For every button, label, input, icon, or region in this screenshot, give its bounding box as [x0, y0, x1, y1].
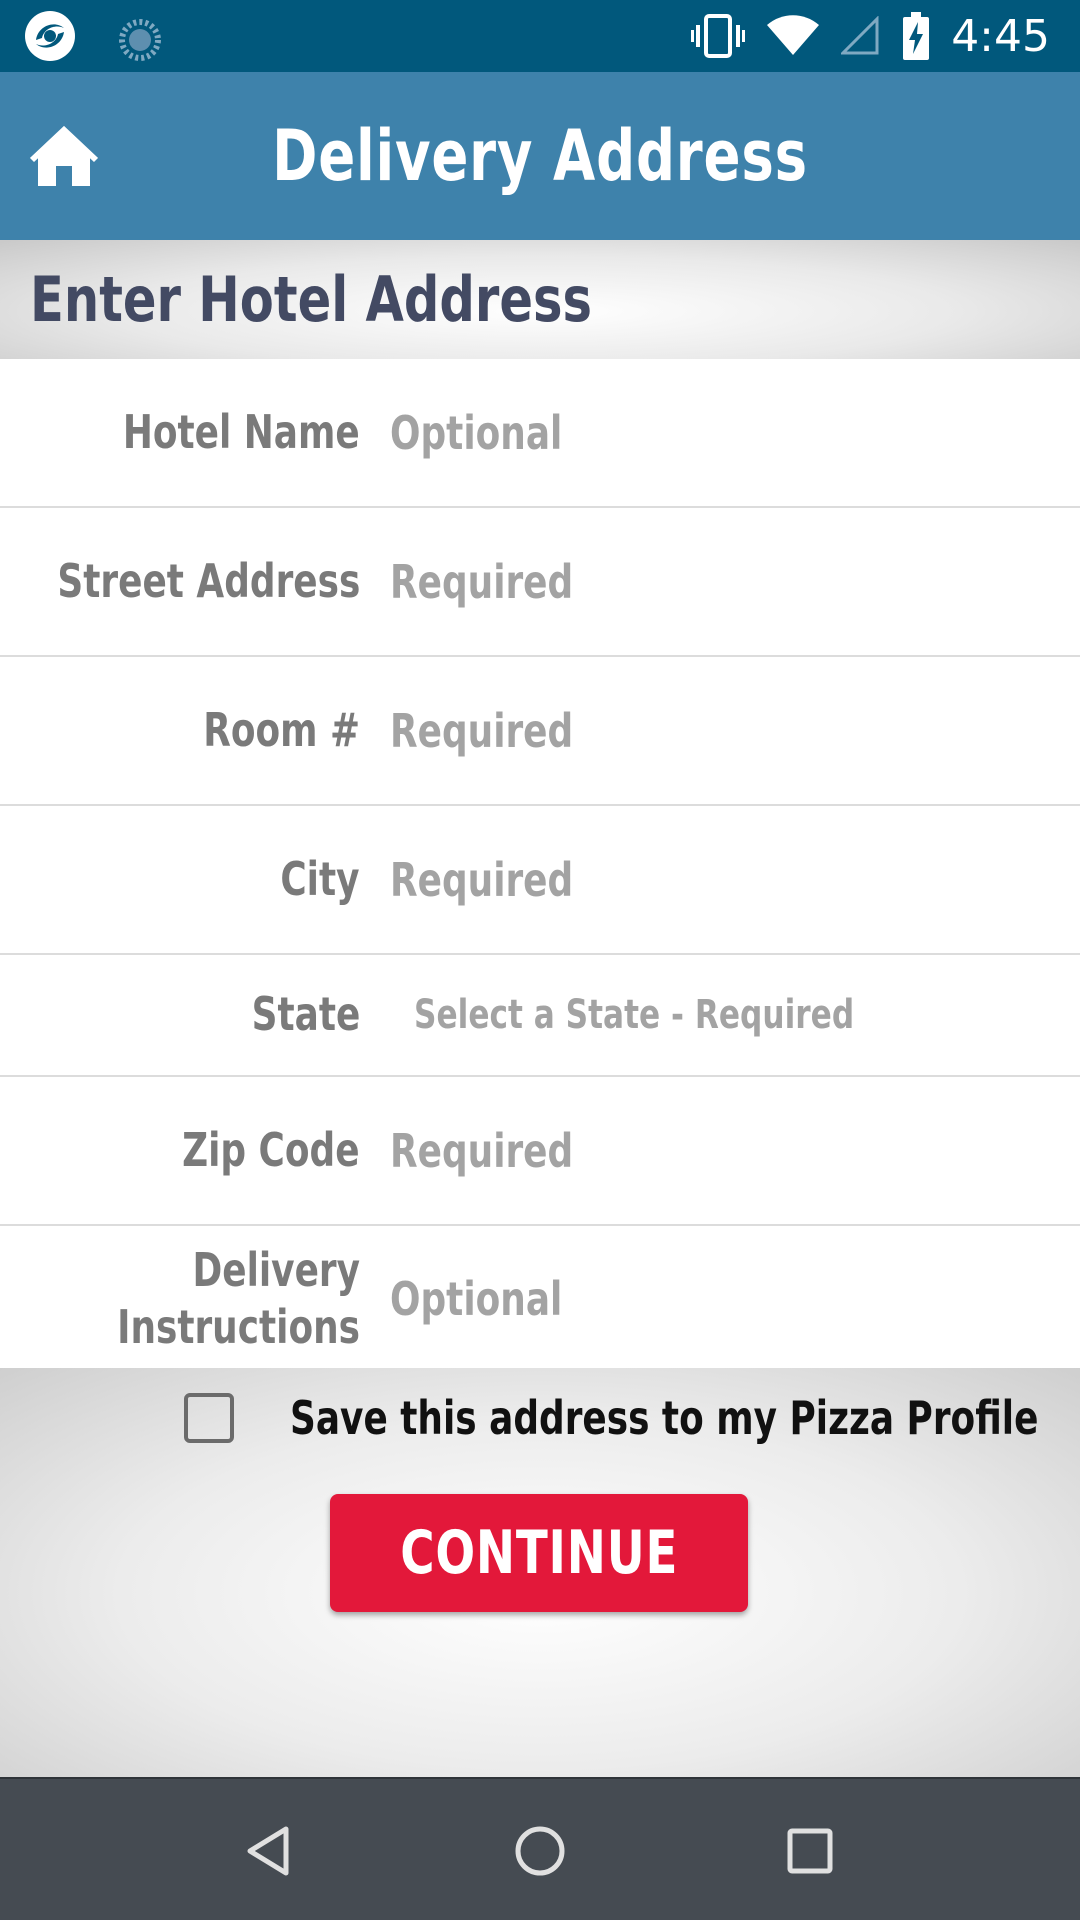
save-address-option[interactable]: Save this address to my Pizza Profile: [184, 1388, 1038, 1448]
state-row: State Select a State - Required: [0, 955, 1080, 1077]
hotel-name-input[interactable]: [390, 359, 905, 506]
wifi-icon: [767, 15, 820, 55]
save-address-checkbox[interactable]: [184, 1393, 234, 1443]
save-address-label: Save this address to my Pizza Profile: [290, 1391, 1039, 1445]
bottom-panel: Save this address to my Pizza Profile CO…: [0, 1368, 1080, 1777]
hotel-name-label: Hotel Name: [123, 404, 360, 459]
app-bar: Delivery Address: [0, 72, 1080, 240]
status-clock: 4:45: [951, 10, 1050, 62]
signal-icon: [841, 16, 879, 55]
section-header: Enter Hotel Address: [0, 240, 1080, 359]
back-button[interactable]: [238, 1819, 302, 1883]
room-input[interactable]: [390, 657, 905, 804]
city-label: City: [280, 851, 360, 906]
zip-code-input[interactable]: [390, 1077, 905, 1224]
back-icon: [247, 1826, 289, 1876]
state-label: State: [251, 987, 360, 1042]
section-title: Enter Hotel Address: [30, 263, 593, 336]
vibrate-icon: [691, 14, 746, 58]
sync-icon: [119, 19, 161, 61]
city-row: City: [0, 806, 1080, 955]
home-button[interactable]: [28, 122, 100, 190]
delivery-instructions-input[interactable]: [390, 1226, 905, 1372]
address-form: Hotel Name Street Address Room # City St…: [0, 359, 1080, 1372]
continue-button[interactable]: CONTINUE: [330, 1494, 748, 1612]
city-input[interactable]: [390, 806, 905, 953]
battery-charging-icon: [903, 12, 930, 60]
street-address-input[interactable]: [390, 508, 905, 655]
home-circle-icon: [515, 1826, 565, 1876]
street-address-label: Street Address: [57, 553, 360, 608]
zip-code-label: Zip Code: [182, 1122, 360, 1177]
continue-label: CONTINUE: [399, 1518, 679, 1588]
home-nav-button[interactable]: [508, 1819, 572, 1883]
delivery-instructions-label: Delivery Instructions: [117, 1242, 361, 1355]
street-address-row: Street Address: [0, 508, 1080, 657]
status-bar: 4:45: [0, 0, 1080, 72]
app-logo-icon: [25, 11, 75, 61]
system-nav-bar: [0, 1777, 1080, 1920]
hotel-name-row: Hotel Name: [0, 359, 1080, 508]
page-title: Delivery Address: [272, 115, 808, 197]
home-icon: [30, 126, 98, 186]
delivery-instructions-row: Delivery Instructions: [0, 1226, 1080, 1372]
recents-button[interactable]: [778, 1819, 842, 1883]
state-select[interactable]: Select a State - Required: [414, 955, 854, 1075]
room-row: Room #: [0, 657, 1080, 806]
zip-code-row: Zip Code: [0, 1077, 1080, 1226]
room-label: Room #: [203, 702, 360, 757]
recents-icon: [787, 1828, 833, 1874]
